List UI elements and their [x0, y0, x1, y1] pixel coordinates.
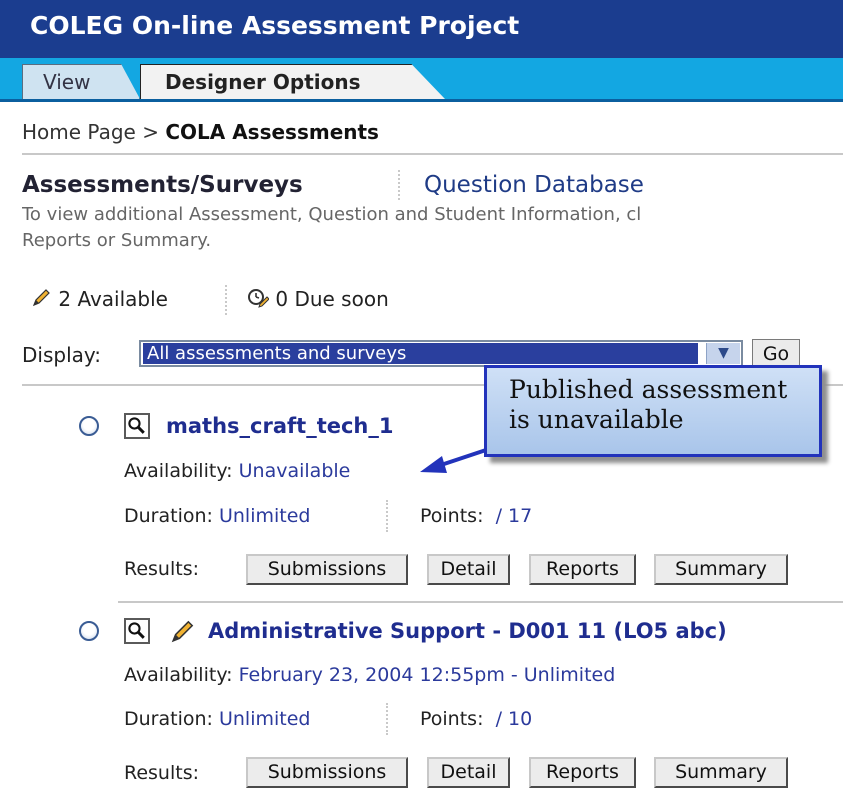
- arrow-head-icon: [420, 456, 447, 473]
- callout-arrow: [420, 448, 487, 473]
- arrow-line: [437, 448, 487, 468]
